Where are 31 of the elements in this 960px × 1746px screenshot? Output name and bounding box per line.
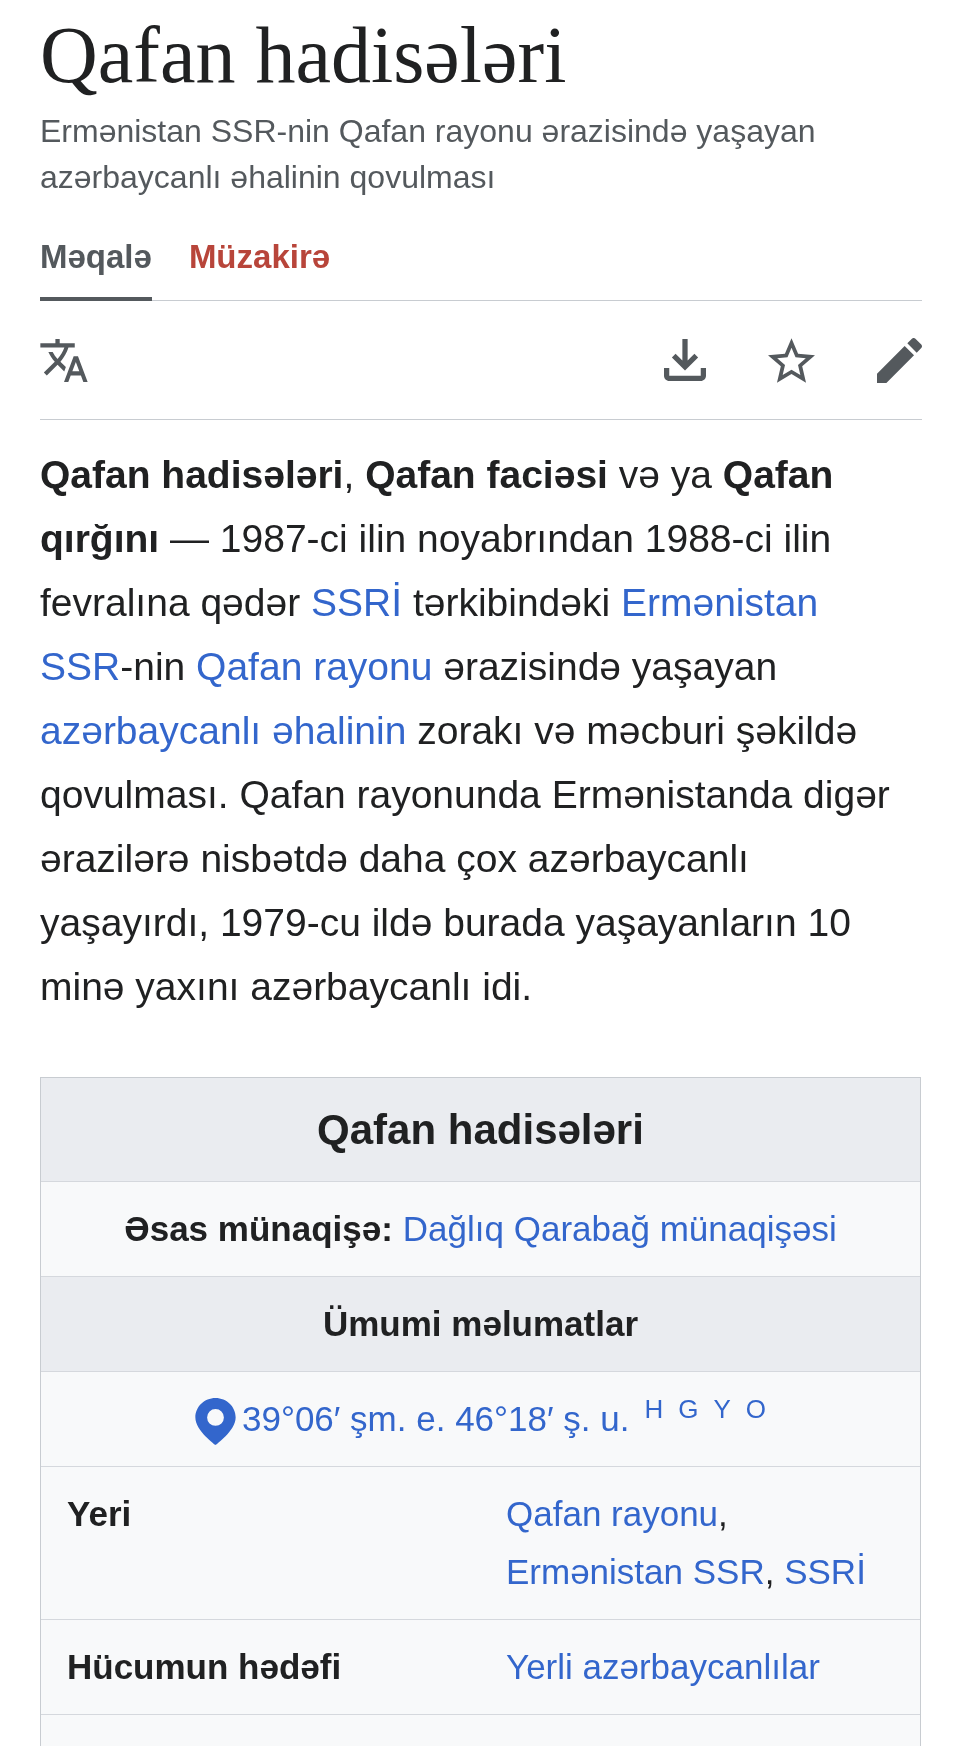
tab[interactable]: Müzakirə — [188, 238, 331, 301]
note-label: Əsas münaqişə: — [124, 1209, 393, 1248]
link[interactable]: Qafan rayonu — [506, 1494, 719, 1533]
star-icon[interactable] — [768, 337, 815, 383]
map-link[interactable]: H — [644, 1394, 664, 1425]
link[interactable]: azərbaycanlı əhalinin — [40, 709, 407, 752]
field-label: Yeri — [67, 1493, 132, 1535]
map-link[interactable]: Y — [713, 1394, 731, 1425]
link[interactable]: SSRİ — [311, 581, 403, 624]
page-title: Qafan hadisələri — [40, 11, 567, 99]
download-icon[interactable] — [664, 339, 706, 381]
page-description: Ermənistan SSR-nin Qafan rayonu ərazisində yaşayan azərbaycanlı əhalinin qovulması — [40, 112, 817, 197]
infobox-section-heading: Ümumi məlumatlar — [41, 1276, 920, 1371]
location-pin-icon[interactable] — [194, 1398, 236, 1446]
link[interactable]: Ermənistan SSR — [506, 1552, 765, 1591]
edit-icon[interactable] — [877, 337, 922, 383]
translate-icon[interactable] — [40, 338, 88, 382]
article-paragraph: Qafan hadisələri, Qafan faciəsi və ya Qafan qırğını — 1987-ci ilin noyabrından 1988-ci ilin fevralına qədər SSRİ tərkibindəki Ermənistan SSR-nin Qafan rayonu ərazisində yaşayan azərbaycanlı əhalinin zorakı və məcburi şəkildə qovulması. Qafan rayonunda Ermənistanda digər ərazilərə nisbətdə daha çox azərbaycanlı yaşayırdı, 1979-cu ildə burada yaşayanların 10 minə yaxını azərbaycanlı idi. — [40, 452, 891, 1010]
map-link[interactable]: G — [678, 1394, 699, 1425]
link[interactable]: 39°06′ şm. e. 46°18′ ş. u. — [241, 1399, 630, 1438]
infobox-title: Qafan hadisələri — [41, 1078, 920, 1181]
link[interactable]: Dağlıq Qarabağ münaqişəsi — [402, 1209, 837, 1248]
link[interactable]: SSRİ — [784, 1552, 866, 1591]
map-link[interactable]: O — [745, 1394, 766, 1425]
link[interactable]: Yerli azərbaycanlılar — [506, 1647, 820, 1686]
tab[interactable]: Məqalə — [40, 238, 152, 301]
link[interactable]: Qafan rayonu — [196, 645, 433, 688]
field-value: Qafan rayonu, Ermənistan SSR, SSRİ — [506, 1493, 867, 1593]
link[interactable]: SSR — [40, 645, 121, 688]
field-label: Hücumun hədəfi — [67, 1646, 342, 1688]
link[interactable]: Ermənistan — [621, 581, 819, 624]
